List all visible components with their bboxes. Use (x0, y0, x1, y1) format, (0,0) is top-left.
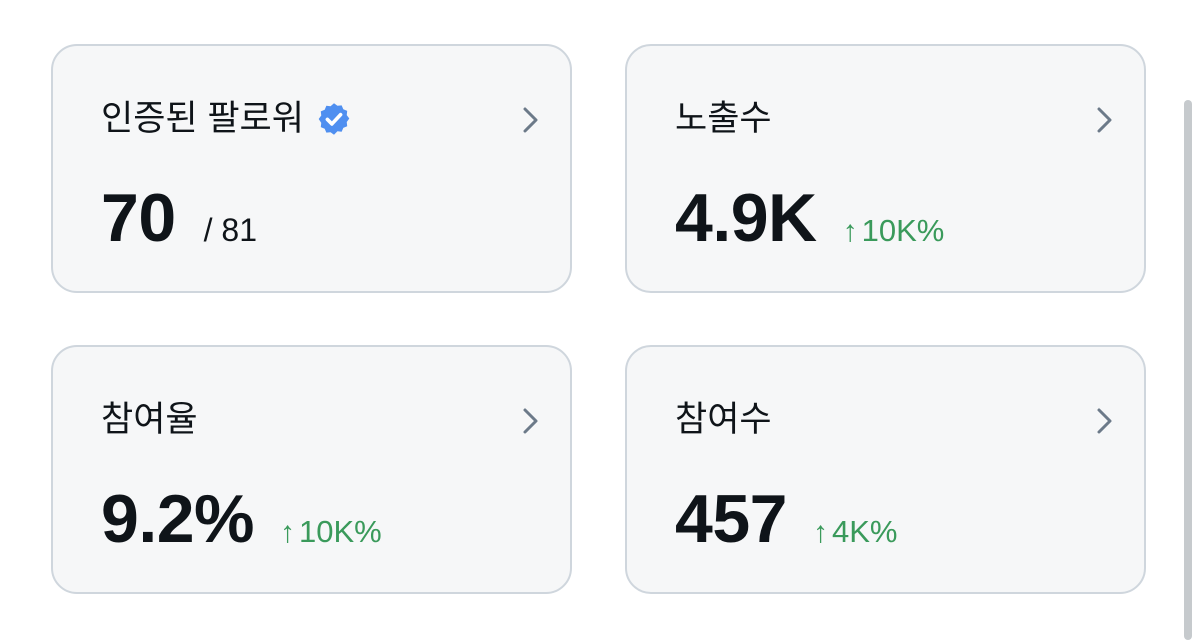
card-engagements[interactable]: 참여수 457 ↑ 4K% (625, 345, 1146, 594)
card-title-text: 참여율 (101, 400, 198, 439)
trend-indicator: ↑ 4K% (813, 514, 897, 550)
value-row: 457 ↑ 4K% (675, 479, 897, 559)
arrow-up-icon: ↑ (280, 516, 295, 549)
trend-text: 10K% (861, 213, 945, 248)
chevron-right-icon (523, 107, 538, 133)
arrow-up-icon: ↑ (812, 516, 828, 549)
scrollbar[interactable] (1184, 100, 1192, 640)
chevron-right-icon (523, 408, 538, 434)
metric-value: 70 (101, 180, 176, 256)
trend-text: 4K% (831, 514, 898, 549)
card-title: 노출수 (675, 97, 772, 141)
card-impressions[interactable]: 노출수 4.9K ↑ 10K% (625, 44, 1146, 293)
metric-total: / 81 (203, 212, 258, 248)
chevron-right-icon (1097, 408, 1112, 434)
trend-indicator: ↑ 10K% (843, 213, 945, 249)
stats-grid: 인증된 팔로워 70 / 81 노출수 4.9K ↑ 10K% 참여율 9.2%… (51, 44, 1149, 596)
card-title-text: 노출수 (675, 99, 772, 138)
card-title: 참여율 (101, 398, 198, 442)
metric-value: 457 (675, 481, 787, 557)
trend-text: 10K% (299, 514, 382, 549)
trend-indicator: ↑ 10K% (280, 514, 382, 550)
value-row: 4.9K ↑ 10K% (675, 178, 944, 258)
value-row: 9.2% ↑ 10K% (101, 479, 382, 559)
metric-value: 4.9K (675, 180, 817, 256)
card-engagement-rate[interactable]: 참여율 9.2% ↑ 10K% (51, 345, 572, 594)
card-verified-followers[interactable]: 인증된 팔로워 70 / 81 (51, 44, 572, 293)
value-row: 70 / 81 (101, 178, 257, 258)
arrow-up-icon: ↑ (842, 215, 858, 248)
card-title-text: 참여수 (675, 400, 772, 439)
chevron-right-icon (1097, 107, 1112, 133)
card-title: 인증된 팔로워 (101, 97, 352, 141)
card-title: 참여수 (675, 398, 772, 442)
verified-badge-icon (318, 103, 350, 135)
card-title-text: 인증된 팔로워 (101, 99, 304, 138)
metric-value: 9.2% (101, 481, 255, 557)
